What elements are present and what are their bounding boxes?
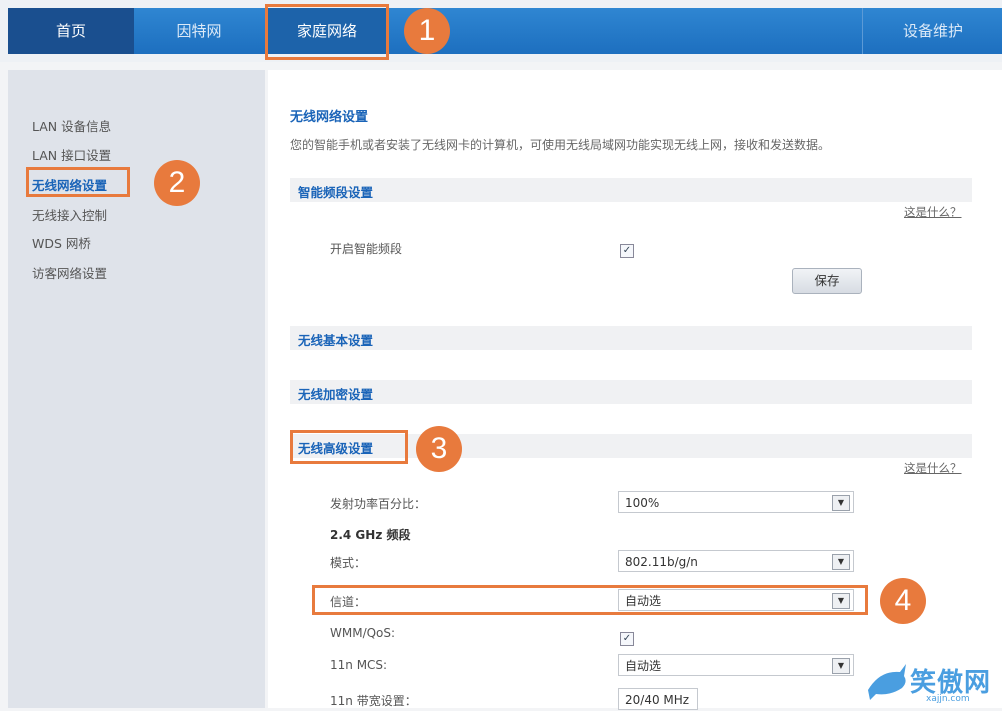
section-wireless-encryption[interactable]: 无线加密设置 <box>290 380 972 404</box>
tab-home[interactable]: 首页 <box>8 8 134 54</box>
tab-internet[interactable]: 因特网 <box>134 8 264 54</box>
chevron-down-icon: ▼ <box>832 495 850 511</box>
page-title: 无线网络设置 <box>290 110 369 125</box>
tx-power-label: 发射功率百分比： <box>330 497 427 511</box>
mcs-value: 自动选 <box>625 659 662 673</box>
shark-logo-icon <box>868 664 906 700</box>
top-nav-bar: 首页 因特网 家庭网络 设备维护 <box>0 0 1002 62</box>
mode-value: 802.11b/g/n <box>625 555 698 569</box>
chevron-down-icon: ▼ <box>832 554 850 570</box>
help-link-advanced[interactable]: 这是什么？ <box>904 460 962 476</box>
tab-device-maintenance[interactable]: 设备维护 <box>862 8 1002 54</box>
help-link-smart-band[interactable]: 这是什么？ <box>904 204 962 220</box>
watermark: 笑傲网 xajjn.com <box>866 660 1002 708</box>
sidebar-item-wireless-access-control[interactable]: 无线接入控制 <box>32 205 107 224</box>
mode-select[interactable]: 802.11b/g/n ▼ <box>618 550 854 572</box>
section-smart-band[interactable]: 智能频段设置 <box>290 178 972 202</box>
highlight-box-3 <box>290 430 408 464</box>
section-wireless-basic[interactable]: 无线基本设置 <box>290 326 972 350</box>
mode-label: 模式： <box>330 556 367 570</box>
highlight-box-1 <box>265 4 389 60</box>
mcs-label: 11n MCS: <box>330 658 388 672</box>
page-description: 您的智能手机或者安装了无线网卡的计算机，可使用无线局域网功能实现无线上网，接收和… <box>290 138 831 152</box>
sidebar-item-lan-interface[interactable]: LAN 接口设置 <box>32 145 111 164</box>
bandwidth-field[interactable]: 20/40 MHz <box>618 688 698 710</box>
section-wireless-basic-label: 无线基本设置 <box>298 333 374 348</box>
step-badge-4: 4 <box>880 578 926 624</box>
sidebar: LAN 设备信息 LAN 接口设置 无线网络设置 无线接入控制 WDS 网桥 访… <box>8 70 265 708</box>
sidebar-item-guest-network[interactable]: 访客网络设置 <box>32 263 107 282</box>
section-smart-band-label: 智能频段设置 <box>298 185 374 200</box>
highlight-box-2 <box>26 167 130 197</box>
tx-power-value: 100% <box>625 496 660 510</box>
wmm-qos-checkbox[interactable]: ✓ <box>620 632 634 646</box>
save-button[interactable]: 保存 <box>792 268 862 294</box>
bandwidth-label: 11n 带宽设置： <box>330 694 417 708</box>
sidebar-item-lan-info[interactable]: LAN 设备信息 <box>32 116 111 135</box>
step-badge-2: 2 <box>154 160 200 206</box>
step-badge-1: 1 <box>404 8 450 54</box>
tx-power-select[interactable]: 100% ▼ <box>618 491 854 513</box>
section-wireless-encryption-label: 无线加密设置 <box>298 387 374 402</box>
smart-band-label: 开启智能频段 <box>330 242 403 256</box>
watermark-url: xajjn.com <box>926 694 970 704</box>
step-badge-3: 3 <box>416 426 462 472</box>
chevron-down-icon: ▼ <box>832 658 850 674</box>
wmm-qos-label: WMM/QoS: <box>330 626 396 640</box>
highlight-box-4 <box>312 585 868 615</box>
mcs-select[interactable]: 自动选 ▼ <box>618 654 854 676</box>
band-24ghz-title: 2.4 GHz 频段 <box>330 528 411 542</box>
sidebar-item-wds-bridge[interactable]: WDS 网桥 <box>32 233 91 252</box>
smart-band-checkbox[interactable]: ✓ <box>620 244 634 258</box>
